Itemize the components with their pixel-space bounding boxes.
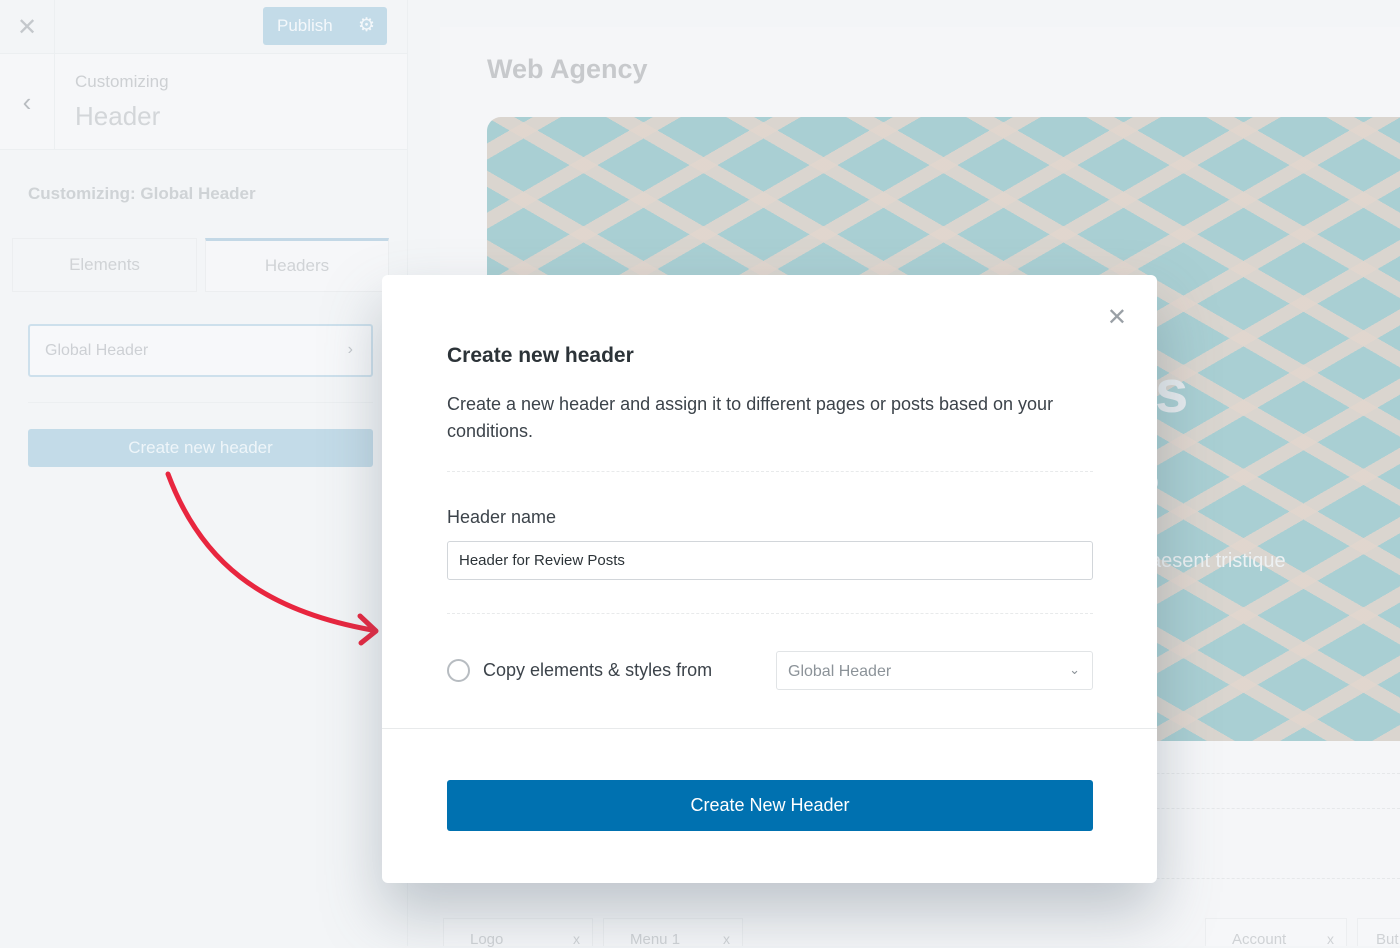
close-icon[interactable]: x — [723, 931, 730, 947]
select-value: Global Header — [788, 663, 892, 680]
modal-footer-divider — [382, 728, 1157, 729]
chevron-down-icon: ⌄ — [1069, 662, 1080, 677]
header-name-input[interactable] — [447, 541, 1093, 580]
divider — [447, 471, 1093, 472]
chip-label: Menu 1 — [630, 931, 681, 948]
copy-styles-label[interactable]: Copy elements & styles from — [483, 660, 712, 681]
element-chip-button[interactable]: But — [1357, 918, 1400, 948]
modal-description: Create a new header and assign it to dif… — [447, 394, 1054, 441]
header-name-label: Header name — [447, 507, 557, 527]
chip-label: But — [1376, 931, 1399, 948]
arrow-annotation-icon — [165, 471, 379, 646]
element-chip-logo[interactable]: Logo x — [443, 918, 593, 948]
close-icon[interactable]: ✕ — [1107, 303, 1127, 332]
site-title: Web Agency — [487, 54, 648, 84]
copy-styles-radio[interactable] — [447, 659, 470, 682]
close-icon[interactable]: x — [573, 931, 580, 947]
chip-label: Logo — [470, 931, 504, 948]
copy-from-select[interactable]: Global Header ⌄ — [776, 651, 1093, 690]
create-new-header-submit[interactable]: Create New Header — [447, 780, 1093, 831]
element-chip-account[interactable]: Account x — [1205, 918, 1347, 948]
chip-label: Account — [1232, 931, 1287, 948]
create-header-modal: ✕ Create new header Create a new header … — [382, 275, 1157, 883]
modal-title: Create new header — [447, 344, 634, 367]
close-icon[interactable]: x — [1327, 931, 1334, 947]
divider — [447, 613, 1093, 614]
hero-subtext-fragment: aesent tristique — [1150, 550, 1286, 572]
element-chip-menu[interactable]: Menu 1 x — [603, 918, 743, 948]
